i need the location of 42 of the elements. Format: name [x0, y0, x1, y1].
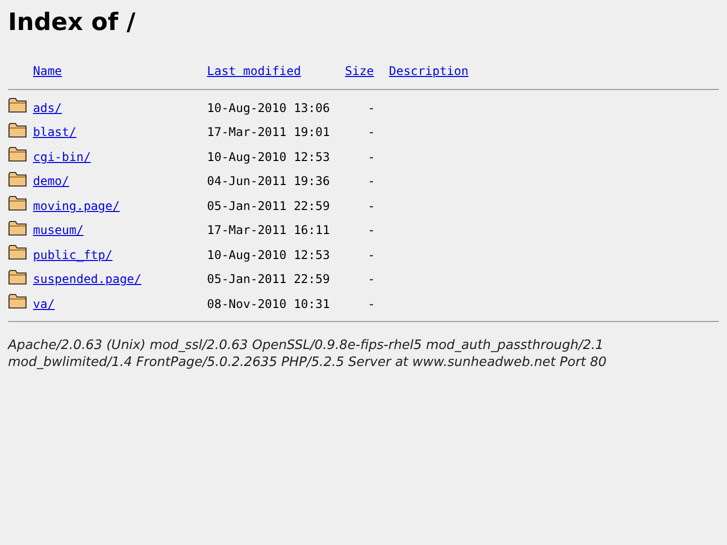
modified-date: 05-Jan-2011 22:59 [207, 198, 331, 213]
modified-date: 10-Aug-2010 12:53 [207, 248, 331, 262]
column-header-link[interactable]: Name [33, 64, 62, 78]
file-size: - [368, 150, 375, 164]
modified-date: 05-Jan-2011 22:59 [207, 272, 331, 286]
folder-icon [8, 293, 27, 310]
folder-link[interactable]: blast/ [33, 125, 76, 140]
file-size: - [368, 272, 375, 286]
page-title: Index of / [8, 7, 136, 38]
folder-link[interactable]: ads/ [33, 100, 62, 115]
file-size: - [368, 198, 375, 213]
folder-link[interactable]: museum/ [33, 223, 84, 238]
modified-date: 17-Mar-2011 19:01 [207, 125, 331, 140]
file-size: - [368, 125, 375, 140]
folder-icon [8, 220, 27, 236]
modified-date: 10-Aug-2010 13:06 [207, 100, 331, 115]
modified-date: 17-Mar-2011 16:11 [207, 223, 331, 238]
column-header-link[interactable]: Description [389, 64, 468, 78]
file-size: - [368, 100, 375, 115]
folder-icon [8, 122, 27, 138]
folder-icon [8, 268, 27, 285]
folder-link[interactable]: public_ftp/ [33, 248, 112, 262]
column-header-link[interactable]: Last modified [207, 64, 301, 78]
modified-date: 08-Nov-2010 10:31 [207, 296, 331, 311]
folder-link[interactable]: demo/ [33, 174, 70, 188]
modified-date: 04-Jun-2011 19:36 [207, 174, 331, 188]
folder-link[interactable]: cgi-bin/ [33, 150, 91, 164]
file-size: - [368, 223, 375, 238]
folder-icon [8, 97, 27, 114]
folder-link[interactable]: suspended.page/ [33, 272, 142, 286]
folder-link[interactable]: va/ [33, 296, 55, 311]
file-size: - [368, 174, 375, 188]
file-size: - [368, 248, 375, 262]
modified-date: 10-Aug-2010 12:53 [207, 150, 331, 164]
file-size: - [368, 296, 375, 311]
folder-icon [8, 170, 27, 187]
folder-link[interactable]: moving.page/ [33, 198, 120, 213]
server-signature: Apache/2.0.63 (Unix) mod_ssl/2.0.63 OpenSSL/0.9.8e-fips-rhel5 mod_auth_passthrough/2.1 mod_bwlimited/1.4 FrontPage/5.0.2.2635 PHP/5.2.5 Server at www.sunheadweb.net Port 80 [8, 338, 608, 371]
folder-icon [8, 244, 27, 260]
folder-icon [8, 195, 27, 212]
folder-icon [8, 146, 27, 162]
column-header-link[interactable]: Size [345, 64, 374, 78]
